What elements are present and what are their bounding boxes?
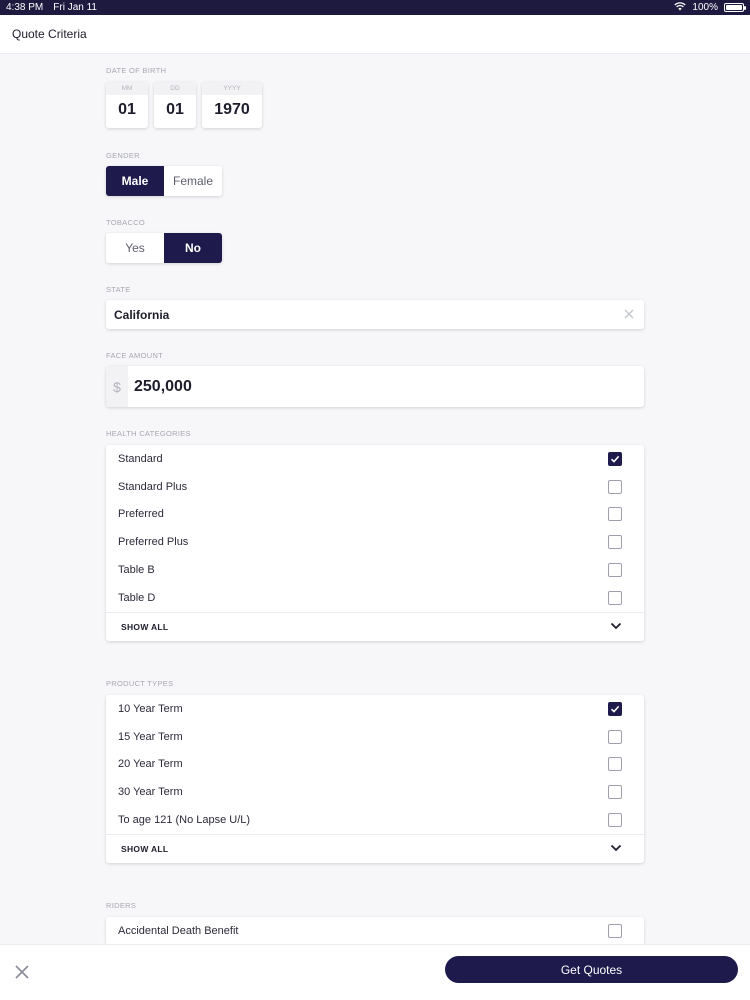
battery-icon bbox=[724, 3, 746, 12]
tobacco-yes-option[interactable]: Yes bbox=[106, 233, 164, 263]
dob-year-field[interactable]: YYYY 1970 bbox=[202, 82, 262, 128]
dob-day-placeholder: DD bbox=[154, 82, 196, 95]
chevron-down-icon bbox=[610, 622, 622, 632]
chevron-down-icon bbox=[610, 844, 622, 854]
product-types-list: 10 Year Term 15 Year Term 20 Year Term 30 Y… bbox=[106, 695, 644, 863]
checkbox[interactable] bbox=[608, 729, 622, 744]
list-item-label: Accidental Death Benefit bbox=[118, 924, 239, 937]
dob-month-value: 01 bbox=[118, 101, 136, 118]
product-type-row[interactable]: 30 Year Term bbox=[106, 778, 644, 806]
status-time: 4:38 PM bbox=[6, 2, 44, 13]
list-item-label: 10 Year Term bbox=[118, 702, 183, 715]
dob-day-value: 01 bbox=[166, 101, 184, 118]
checkbox-checked[interactable] bbox=[608, 451, 622, 466]
riders-label: RIDERS bbox=[106, 901, 137, 910]
face-amount-input[interactable]: $ 250,000 bbox=[106, 366, 644, 407]
health-category-row[interactable]: Standard Plus bbox=[106, 473, 644, 501]
product-type-row[interactable]: 10 Year Term bbox=[106, 695, 644, 723]
clear-icon[interactable] bbox=[622, 307, 636, 321]
gender-male-option[interactable]: Male bbox=[106, 166, 164, 196]
list-item-label: Preferred bbox=[118, 508, 164, 521]
state-value: California bbox=[114, 307, 170, 322]
checkbox[interactable] bbox=[608, 813, 622, 828]
close-icon[interactable] bbox=[14, 964, 30, 980]
list-item-label: Preferred Plus bbox=[118, 536, 189, 549]
product-type-row[interactable]: To age 121 (No Lapse U/L) bbox=[106, 806, 644, 834]
dob-month-field[interactable]: MM 01 bbox=[106, 82, 148, 128]
page-title: Quote Criteria bbox=[12, 27, 87, 41]
battery-percent: 100% bbox=[692, 2, 718, 13]
checkbox-checked[interactable] bbox=[608, 701, 622, 716]
get-quotes-button[interactable]: Get Quotes bbox=[445, 956, 738, 983]
gender-toggle: Male Female bbox=[106, 166, 222, 196]
footer-bar: Get Quotes bbox=[0, 944, 750, 1000]
checkbox[interactable] bbox=[608, 507, 622, 522]
checkbox[interactable] bbox=[608, 535, 622, 550]
state-label: STATE bbox=[106, 285, 131, 294]
list-item-label: Standard Plus bbox=[118, 480, 188, 493]
product-types-label: PRODUCT TYPES bbox=[106, 679, 174, 688]
health-category-row[interactable]: Table B bbox=[106, 556, 644, 584]
show-all-label: SHOW ALL bbox=[121, 621, 169, 632]
gender-female-option[interactable]: Female bbox=[164, 166, 222, 196]
list-item-label: To age 121 (No Lapse U/L) bbox=[118, 814, 251, 827]
face-amount-label: FACE AMOUNT bbox=[106, 351, 164, 360]
face-amount-value: 250,000 bbox=[134, 377, 192, 395]
health-show-all-button[interactable]: SHOW ALL bbox=[106, 611, 644, 641]
checkbox[interactable] bbox=[608, 479, 622, 494]
dob-label: DATE OF BIRTH bbox=[106, 66, 167, 75]
list-item-label: Table D bbox=[118, 591, 156, 604]
tobacco-label: TOBACCO bbox=[106, 218, 146, 227]
checkbox[interactable] bbox=[608, 590, 622, 605]
checkbox[interactable] bbox=[608, 563, 622, 578]
checkmark-icon bbox=[610, 455, 620, 463]
checkmark-icon bbox=[610, 705, 620, 713]
dob-day-field[interactable]: DD 01 bbox=[154, 82, 196, 128]
health-categories-list: Standard Standard Plus Preferred Preferred … bbox=[106, 445, 644, 641]
product-type-row[interactable]: 15 Year Term bbox=[106, 723, 644, 751]
product-show-all-button[interactable]: SHOW ALL bbox=[106, 833, 644, 863]
health-categories-label: HEALTH CATEGORIES bbox=[106, 429, 191, 438]
health-category-row[interactable]: Standard bbox=[106, 445, 644, 473]
list-item-label: Table B bbox=[118, 564, 155, 577]
dob-month-placeholder: MM bbox=[106, 82, 148, 95]
show-all-label: SHOW ALL bbox=[121, 843, 169, 854]
dob-year-value: 1970 bbox=[214, 101, 250, 118]
health-category-row[interactable]: Preferred Plus bbox=[106, 528, 644, 556]
state-input[interactable]: California bbox=[106, 300, 644, 329]
list-item-label: 30 Year Term bbox=[118, 786, 183, 799]
product-type-row[interactable]: 20 Year Term bbox=[106, 751, 644, 779]
health-category-row[interactable]: Preferred bbox=[106, 501, 644, 529]
checkbox[interactable] bbox=[608, 923, 622, 938]
riders-list: Accidental Death Benefit bbox=[106, 917, 644, 944]
list-item-label: Standard bbox=[118, 452, 163, 465]
dob-year-placeholder: YYYY bbox=[202, 82, 262, 95]
gender-label: GENDER bbox=[106, 151, 140, 160]
health-category-row[interactable]: Table D bbox=[106, 584, 644, 612]
currency-symbol: $ bbox=[106, 366, 128, 407]
page-header: Quote Criteria bbox=[0, 15, 750, 54]
tobacco-no-option[interactable]: No bbox=[164, 233, 222, 263]
tobacco-toggle: Yes No bbox=[106, 233, 222, 263]
checkbox[interactable] bbox=[608, 757, 622, 772]
wifi-icon bbox=[674, 1, 687, 14]
status-date: Fri Jan 11 bbox=[53, 2, 97, 13]
list-item-label: 15 Year Term bbox=[118, 730, 183, 743]
rider-row[interactable]: Accidental Death Benefit bbox=[106, 917, 644, 944]
status-bar: 4:38 PM Fri Jan 11 100% bbox=[0, 0, 750, 15]
quote-criteria-form[interactable]: DATE OF BIRTH MM 01 DD 01 YYYY 1970 GEND… bbox=[0, 54, 750, 944]
checkbox[interactable] bbox=[608, 785, 622, 800]
list-item-label: 20 Year Term bbox=[118, 758, 183, 771]
